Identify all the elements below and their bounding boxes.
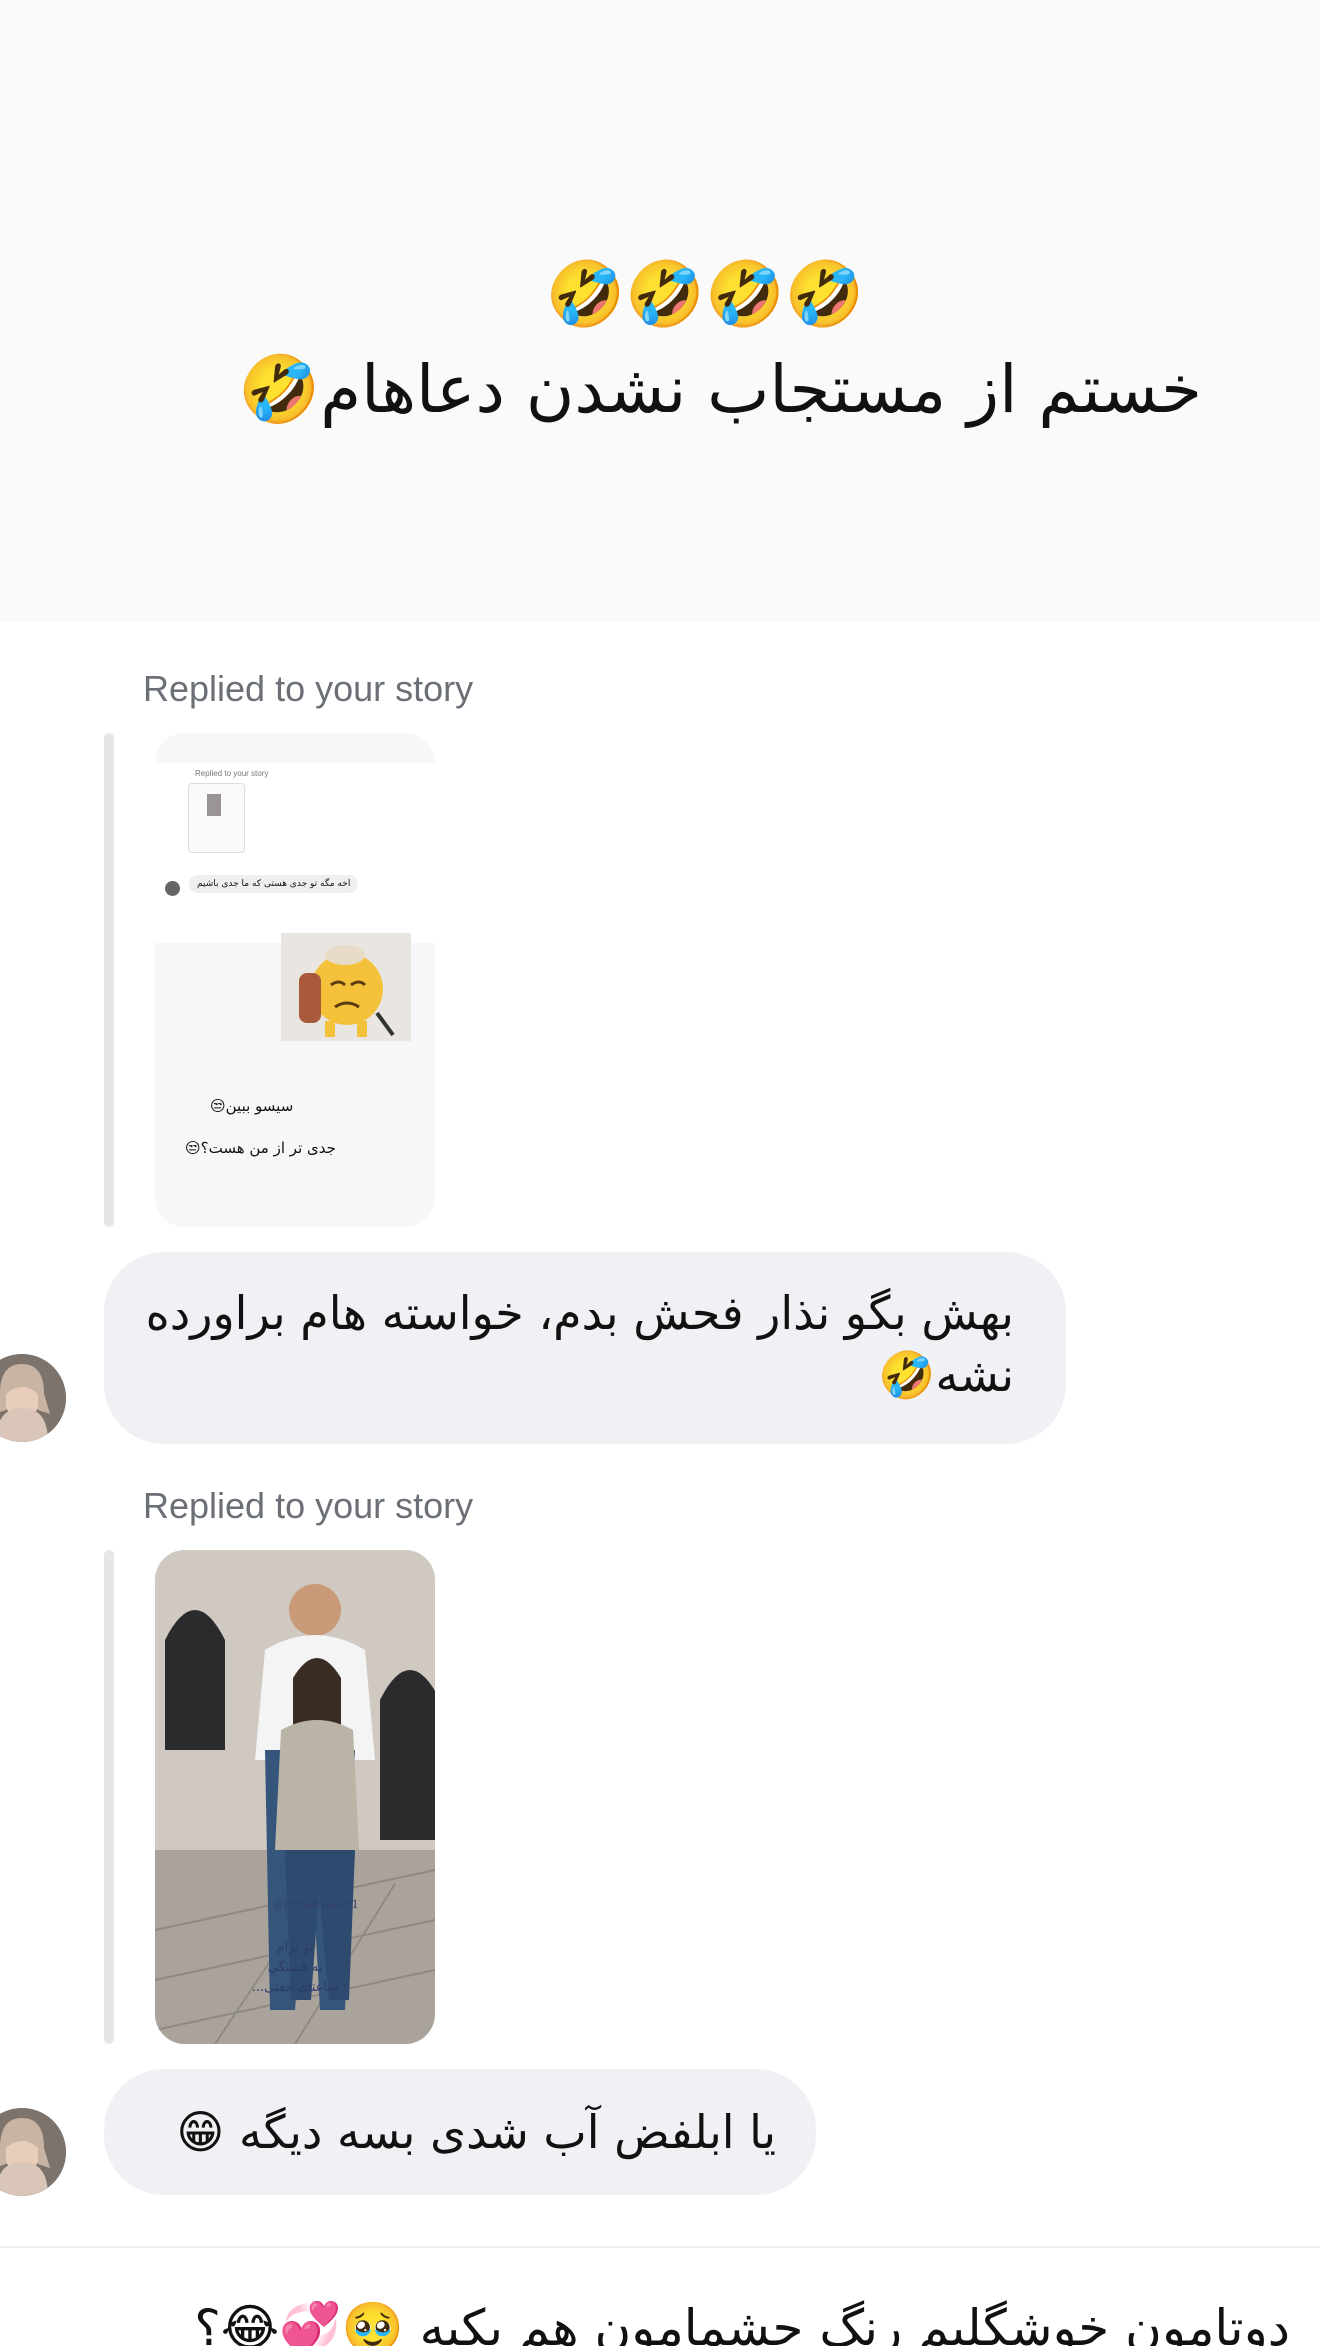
message-bubble[interactable]: بهش بگو نذار فحش بدم، خواسته هام براورده…: [104, 1252, 1066, 1444]
inner-reply-label: Replied to your story: [195, 769, 269, 778]
divider: [0, 2246, 1320, 2248]
quote-bar: [104, 733, 114, 1227]
story-caption-line: تو برام: [276, 1940, 314, 1955]
message-text: یا ابلفض آب شدی بسه دیگه 😁: [176, 2105, 776, 2159]
inner-screenshot-panel: Replied to your story اخه مگه تو جدی هست…: [155, 763, 435, 943]
inner-story-thumb: [188, 783, 245, 853]
story-preview[interactable]: 🤣🤣🤣🤣 خستم از مستجاب نشدن دعاهام🤣: [0, 0, 1320, 622]
next-message-peek: دوتامون خوشگلیم رنگ چشمامون هم یکیه 🥹💞😂؟: [194, 2299, 1290, 2346]
sticker-image: [281, 933, 411, 1041]
reply-label: Replied to your story: [143, 668, 474, 709]
inner-caption-1: سیسو ببین😒: [210, 1097, 294, 1115]
story-photo-caption: تو برام به قشنگیِ ساعتای جفتی...: [155, 1938, 435, 1998]
inner-avatar: [165, 881, 180, 896]
story-handle: @primetrader1: [273, 1898, 359, 1911]
message-bubble[interactable]: یا ابلفض آب شدی بسه دیگه 😁: [104, 2069, 816, 2195]
story-thumbnail-screenshot[interactable]: Replied to your story اخه مگه تو جدی هست…: [155, 733, 435, 1227]
reply-label: Replied to your story: [143, 1485, 474, 1526]
message-text: بهش بگو نذار فحش بدم، خواسته هام براورده…: [145, 1286, 1014, 1402]
story-caption-line: به قشنگیِ: [267, 1960, 323, 1975]
avatar[interactable]: [0, 2108, 66, 2196]
story-thumbnail-photo[interactable]: @primetrader1 تو برام به قشنگیِ ساعتای ج…: [155, 1550, 435, 2044]
inner-message: اخه مگه تو جدی هستی که ما جدی باشیم: [189, 875, 359, 893]
story-caption: خستم از مستجاب نشدن دعاهام🤣: [238, 351, 1202, 428]
inner-caption-2: جدی تر از من هست؟😒: [185, 1139, 336, 1157]
quote-bar: [104, 1550, 114, 2044]
avatar[interactable]: [0, 1354, 66, 1442]
story-caption-line: ساعتای جفتی...: [251, 1980, 339, 1995]
story-emojis: 🤣🤣🤣🤣: [545, 258, 865, 332]
